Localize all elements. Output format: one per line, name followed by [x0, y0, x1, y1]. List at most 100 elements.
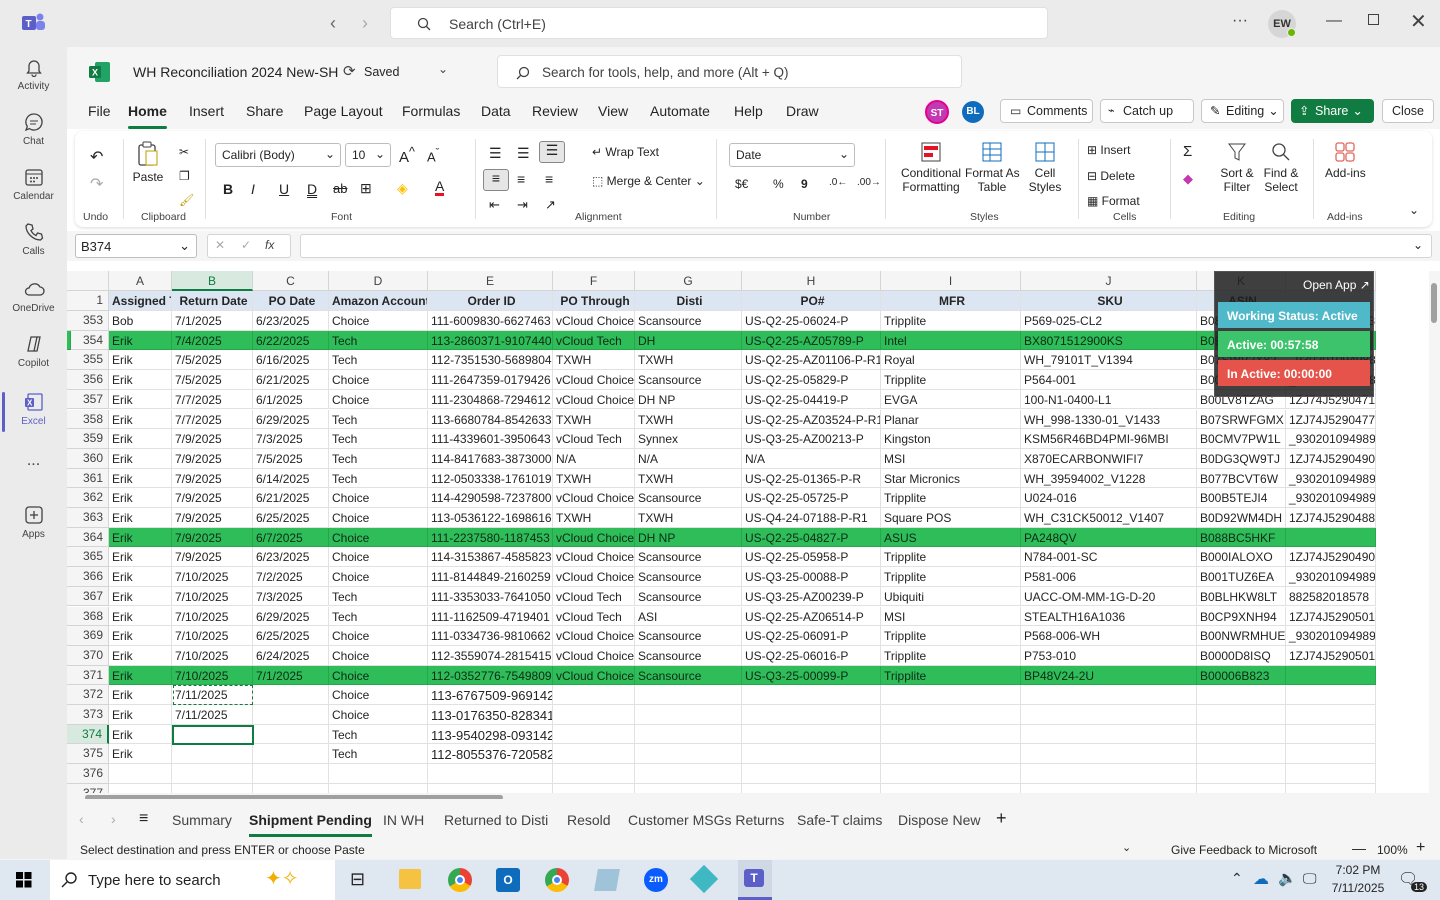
cell[interactable]: Amazon Account [329, 291, 428, 311]
cell[interactable]: BP48V24-2U [1021, 665, 1197, 686]
cell[interactable]: 1ZJ74J529050185424 [1286, 606, 1376, 627]
cell[interactable] [635, 744, 742, 765]
cell[interactable]: 7/10/2025 [172, 606, 253, 627]
teams-search-box[interactable]: Search (Ctrl+E) [390, 7, 1048, 39]
all-sheets-icon[interactable]: ≡ [139, 810, 148, 828]
row-header[interactable]: 355 [67, 350, 109, 371]
cell[interactable]: 7/9/2025 [172, 429, 253, 449]
column-header-h[interactable]: H [742, 271, 881, 291]
minimize-icon[interactable]: — [1326, 12, 1342, 30]
align-center-icon[interactable]: ≡ [517, 171, 525, 187]
cell[interactable]: Erik [109, 567, 172, 587]
row-header[interactable]: 356 [67, 370, 109, 390]
tab-file[interactable]: File [88, 103, 111, 119]
cell[interactable]: Tech [329, 468, 428, 489]
cell[interactable]: _930201094989016652714 [1286, 429, 1376, 449]
insert-cells-button[interactable]: ⊞ Insert [1087, 143, 1130, 157]
rail-copilot[interactable]: Copilot [0, 334, 67, 369]
row-header[interactable]: 359 [67, 429, 109, 449]
comments-button[interactable]: ▭ Comments [1000, 99, 1093, 123]
cell[interactable]: 7/1/2025 [172, 311, 253, 331]
vertical-scrollbar[interactable] [1429, 271, 1440, 799]
cell[interactable]: Tech [329, 330, 428, 351]
cell[interactable] [742, 724, 881, 745]
cell[interactable]: vCloud Choice [553, 311, 635, 331]
cell[interactable]: US-Q3-25-00099-P [742, 665, 881, 686]
cell[interactable]: Erik [109, 705, 172, 725]
cell[interactable]: Tech [329, 724, 428, 745]
sheet-tab-returned-to-disti[interactable]: Returned to Disti [444, 812, 548, 828]
rail-onedrive[interactable]: OneDrive [0, 279, 67, 314]
row-header[interactable]: 376 [67, 764, 109, 784]
cell[interactable]: B0D92WM4DH [1197, 508, 1286, 528]
cell[interactable]: US-Q3-25-00088-P [742, 567, 881, 587]
cell[interactable]: Erik [109, 645, 172, 666]
cell[interactable]: Erik [109, 508, 172, 528]
row-header[interactable]: 364 [67, 527, 109, 548]
cell[interactable]: P564-001 [1021, 370, 1197, 390]
format-cells-button[interactable]: ▦ Format [1087, 194, 1140, 208]
cell[interactable]: TXWH [635, 409, 742, 430]
cell[interactable] [253, 705, 329, 725]
merge-center-button[interactable]: ⬚ Merge & Center ⌄ [592, 174, 705, 188]
cell[interactable]: Assigned To [109, 291, 172, 311]
add-ins-button[interactable]: Add-ins [1325, 141, 1366, 180]
cell[interactable]: 111-6009830-6627463 [428, 311, 553, 331]
cell[interactable]: 6/25/2025 [253, 508, 329, 528]
cell[interactable]: 112-0503338-1761019 [428, 468, 553, 489]
cell[interactable]: 7/9/2025 [172, 508, 253, 528]
cell[interactable]: 113-6767509-9691427 [428, 685, 553, 705]
cell[interactable]: Bob [109, 311, 172, 331]
chrome-profile-icon[interactable] [545, 868, 569, 892]
column-header-e[interactable]: E [428, 271, 553, 291]
cell[interactable]: 1ZJ74J529049018894 [1286, 547, 1376, 568]
chrome-icon[interactable] [448, 868, 472, 892]
tab-review[interactable]: Review [532, 103, 578, 119]
select-all-corner[interactable] [67, 271, 109, 291]
double-underline-icon[interactable]: D [307, 181, 317, 197]
font-size-select[interactable]: 10 ⌄ [345, 143, 391, 167]
sheet-tab-customer-msgs-returns[interactable]: Customer MSGs Returns [628, 812, 784, 828]
cell[interactable]: US-Q2-25-06091-P [742, 626, 881, 646]
collab-avatar-st[interactable]: ST [925, 100, 949, 124]
cell[interactable]: MSI [881, 448, 1021, 469]
align-left-icon[interactable]: ≡ [483, 169, 509, 191]
cell[interactable]: US-Q2-25-01365-P-R [742, 468, 881, 489]
cell[interactable]: Choice [329, 665, 428, 686]
cell[interactable]: Tripplite [881, 665, 1021, 686]
cell[interactable]: Disti [635, 291, 742, 311]
cell[interactable]: ASUS [881, 527, 1021, 548]
catch-up-button[interactable]: ⌁ Catch up [1100, 99, 1194, 123]
prev-sheet-icon[interactable]: ‹ [79, 811, 84, 827]
cell[interactable] [553, 705, 635, 725]
collab-avatar-bl[interactable]: BL [962, 101, 984, 123]
chevron-down-icon[interactable]: ⌄ [1122, 841, 1131, 854]
cell[interactable]: 6/14/2025 [253, 468, 329, 489]
cell[interactable]: 114-8417683-3873000 [428, 448, 553, 469]
cell[interactable]: B001TUZ6EA [1197, 567, 1286, 587]
cell[interactable]: WH_39594002_V1228 [1021, 468, 1197, 489]
cell[interactable]: B00NWRMHUE [1197, 626, 1286, 646]
cell[interactable]: 6/7/2025 [253, 527, 329, 548]
cell[interactable] [635, 685, 742, 705]
cell[interactable] [253, 744, 329, 765]
rail-excel[interactable]: X Excel [0, 392, 67, 432]
decrease-font-icon[interactable]: Aˇ [427, 147, 439, 164]
rail-calendar[interactable]: Calendar [0, 167, 67, 202]
cell[interactable]: 111-8144849-2160259 [428, 567, 553, 587]
zoom-level[interactable]: 100% [1377, 843, 1408, 857]
cell[interactable]: Scansource [635, 626, 742, 646]
cell[interactable]: 113-9540298-0931421 [428, 724, 553, 745]
cell[interactable] [742, 744, 881, 765]
cell[interactable]: vCloud Choice [553, 527, 635, 548]
cell[interactable]: P568-006-WH [1021, 626, 1197, 646]
cell[interactable]: DH [635, 330, 742, 351]
cell[interactable] [742, 705, 881, 725]
tab-data[interactable]: Data [481, 103, 511, 119]
cell[interactable]: TXWH [553, 508, 635, 528]
cell[interactable]: Scansource [635, 665, 742, 686]
cell[interactable]: 7/7/2025 [172, 389, 253, 410]
cancel-entry-icon[interactable]: ✕ [215, 238, 225, 252]
close-workbook-button[interactable]: Close [1382, 99, 1434, 123]
sheet-tab-summary[interactable]: Summary [172, 812, 232, 828]
